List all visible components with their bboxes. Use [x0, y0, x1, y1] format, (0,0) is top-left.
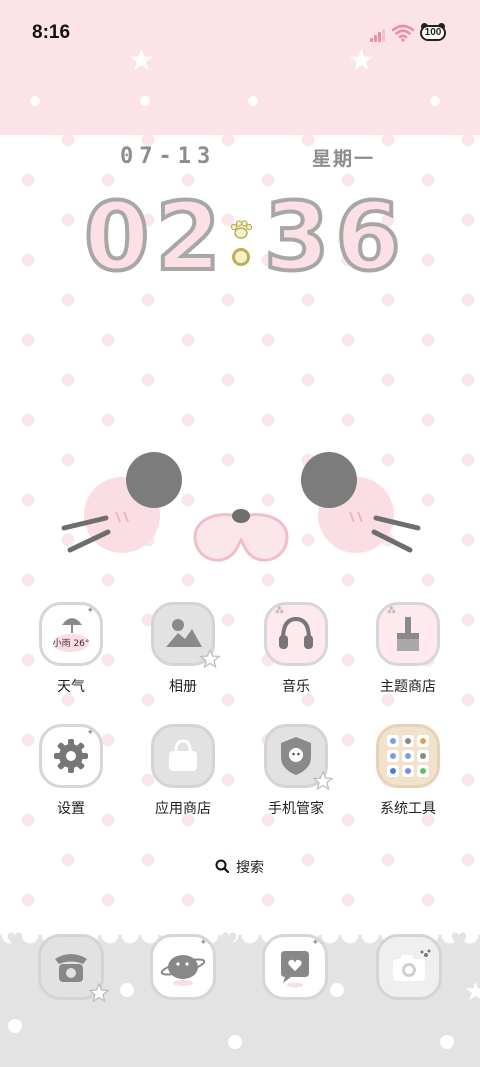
app-label: 设置	[57, 801, 85, 817]
dock-chat[interactable]: ✦	[262, 934, 328, 1000]
gallery-icon	[151, 602, 220, 669]
app-label: 相册	[169, 679, 197, 695]
app-label: 音乐	[282, 679, 310, 695]
app-weather[interactable]: ✦ 小雨 26° 天气	[21, 602, 121, 696]
heart-decoration: ♥	[220, 928, 238, 952]
star-badge-icon	[200, 649, 220, 669]
shopping-bag-icon	[151, 724, 215, 788]
camera-icon	[393, 949, 431, 981]
weekday-text: 星期一	[312, 148, 376, 170]
wallpaper-dot	[30, 96, 40, 106]
messages-icon	[160, 955, 206, 986]
search-icon	[215, 859, 229, 873]
signal-bars-icon	[370, 28, 386, 42]
shield-icon	[264, 724, 333, 791]
date-text: 07-13	[120, 144, 217, 169]
app-label: 手机管家	[268, 801, 324, 817]
swirl-icon	[232, 248, 250, 266]
cat-battery-icon: 100	[420, 23, 448, 43]
wallpaper-dot	[140, 96, 150, 106]
folder-icon	[376, 724, 440, 788]
weather-icon: ✦ 小雨 26°	[39, 602, 103, 666]
app-settings[interactable]: ✦ 设置	[21, 724, 121, 818]
wifi-icon	[391, 24, 415, 42]
heart-decoration: ♥	[6, 928, 24, 952]
app-label: 应用商店	[155, 801, 211, 817]
app-phone-manager[interactable]: 手机管家	[246, 724, 346, 818]
paw-icon	[230, 220, 253, 240]
app-app-store[interactable]: 应用商店	[133, 724, 233, 818]
lace-border	[0, 125, 480, 145]
dock-messages[interactable]: ✦	[150, 934, 216, 1000]
clock-minutes: 36	[262, 183, 407, 292]
status-bar: 8:16 100	[0, 0, 480, 66]
search-label: 搜索	[236, 860, 264, 876]
headphones-icon: ⁂	[264, 602, 328, 666]
gear-icon: ✦	[39, 724, 103, 788]
wallpaper-dot	[248, 96, 258, 106]
app-label: 系统工具	[380, 801, 436, 817]
app-label: 主题商店	[380, 679, 436, 695]
app-system-tools[interactable]: 系统工具	[358, 724, 458, 818]
date-widget[interactable]: 07-13 星期一	[0, 144, 480, 174]
brush-icon: ⁂	[376, 602, 440, 666]
wallpaper-face	[0, 420, 480, 590]
star-badge-icon	[313, 771, 333, 791]
weather-summary: 小雨 26°	[52, 639, 90, 649]
dock-phone[interactable]	[38, 934, 109, 1003]
clock-hours: 02	[82, 183, 227, 292]
app-gallery[interactable]: 相册	[133, 602, 233, 696]
app-theme-store[interactable]: ⁂ 主题商店	[358, 602, 458, 696]
search-button[interactable]: 搜索	[203, 850, 277, 882]
chat-heart-icon	[281, 951, 309, 988]
star-badge-icon	[89, 983, 109, 1003]
dock-camera[interactable]	[376, 934, 442, 1000]
heart-decoration: ♥	[450, 928, 468, 952]
battery-level: 100	[420, 25, 446, 41]
app-label: 天气	[57, 679, 85, 695]
wallpaper-star: ★	[464, 977, 480, 1007]
app-music[interactable]: ⁂ 音乐	[246, 602, 346, 696]
wallpaper-dot	[430, 96, 440, 106]
status-time: 8:16	[32, 22, 71, 43]
